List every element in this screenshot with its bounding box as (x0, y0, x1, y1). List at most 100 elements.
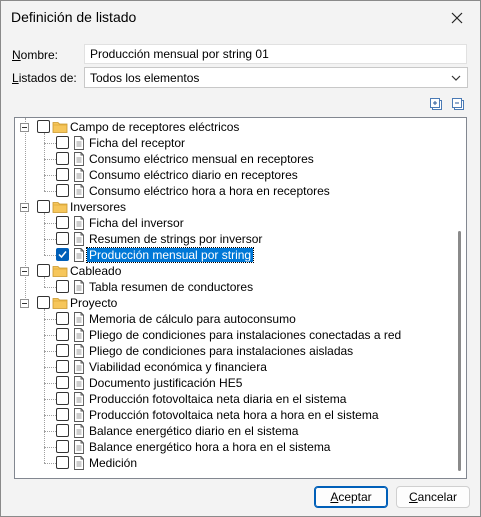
folder-icon (52, 263, 68, 279)
tree-item[interactable]: Producción fotovoltaica neta diaria en e… (15, 391, 455, 407)
document-icon (71, 439, 87, 455)
item-checkbox[interactable] (56, 424, 69, 437)
tree-group[interactable]: Campo de receptores eléctricos (15, 119, 455, 135)
tree-item[interactable]: Consumo eléctrico hora a hora en recepto… (15, 183, 455, 199)
item-checkbox[interactable] (56, 408, 69, 421)
group-checkbox[interactable] (37, 120, 50, 133)
tree-item[interactable]: Tabla resumen de conductores (15, 279, 455, 295)
folder-icon (52, 119, 68, 135)
document-icon (71, 215, 87, 231)
item-checkbox[interactable] (56, 280, 69, 293)
item-checkbox[interactable] (56, 184, 69, 197)
tree-item[interactable]: Producción fotovoltaica neta hora a hora… (15, 407, 455, 423)
item-checkbox[interactable] (56, 216, 69, 229)
item-label: Producción fotovoltaica neta hora a hora… (89, 408, 379, 422)
item-label: Consumo eléctrico hora a hora en recepto… (89, 184, 330, 198)
tree-item[interactable]: Pliego de condiciones para instalaciones… (15, 343, 455, 359)
item-checkbox[interactable] (56, 440, 69, 453)
document-icon (71, 311, 87, 327)
item-label: Producción mensual por string (85, 247, 255, 263)
document-icon (71, 343, 87, 359)
item-label: Ficha del receptor (89, 136, 186, 150)
tree-item[interactable]: Memoria de cálculo para autoconsumo (15, 311, 455, 327)
listados-label: Listados de: (12, 71, 77, 85)
group-label: Campo de receptores eléctricos (70, 120, 240, 134)
tree-connector (44, 133, 45, 191)
item-checkbox[interactable] (56, 168, 69, 181)
tree-group[interactable]: Proyecto (15, 295, 455, 311)
accept-button[interactable]: Aceptar (314, 486, 388, 508)
document-icon (71, 375, 87, 391)
tree-connector (44, 277, 45, 287)
tree-item[interactable]: Producción mensual por string (15, 247, 455, 263)
tree-item[interactable]: Documento justificación HE5 (15, 375, 455, 391)
item-checkbox[interactable] (56, 312, 69, 325)
close-icon (451, 12, 463, 23)
scrollbar-thumb[interactable] (458, 231, 461, 471)
accept-label: Aceptar (330, 490, 372, 504)
collapse-toggle-icon[interactable] (20, 267, 29, 276)
tree-scrollbar[interactable] (455, 119, 465, 477)
tree-connector (44, 213, 45, 255)
nombre-value: Producción mensual por string 01 (90, 47, 269, 61)
collapse-toggle-icon[interactable] (20, 123, 29, 132)
tree-connector (44, 309, 45, 463)
document-icon (71, 231, 87, 247)
tree-item[interactable]: Viabilidad económica y financiera (15, 359, 455, 375)
collapse-toggle-icon[interactable] (20, 203, 29, 212)
listados-dropdown[interactable]: Todos los elementos (84, 67, 468, 88)
collapse-toggle-icon[interactable] (20, 299, 29, 308)
item-checkbox[interactable] (56, 328, 69, 341)
cancel-button[interactable]: Cancelar (396, 486, 470, 508)
item-label: Viabilidad económica y financiera (89, 360, 267, 374)
item-checkbox[interactable] (56, 360, 69, 373)
item-label: Pliego de condiciones para instalaciones… (89, 344, 354, 358)
tree-item[interactable]: Balance energético hora a hora en el sis… (15, 439, 455, 455)
item-checkbox[interactable] (56, 136, 69, 149)
item-label: Consumo eléctrico diario en receptores (89, 168, 298, 182)
item-checkbox[interactable] (56, 232, 69, 245)
listados-value: Todos los elementos (90, 71, 200, 85)
group-label: Proyecto (70, 296, 118, 310)
collapse-all-icon[interactable] (450, 96, 466, 112)
item-label: Consumo eléctrico mensual en receptores (89, 152, 314, 166)
item-checkbox[interactable] (56, 376, 69, 389)
tree-item[interactable]: Consumo eléctrico diario en receptores (15, 167, 455, 183)
document-icon (71, 359, 87, 375)
item-label: Balance energético diario en el sistema (89, 424, 299, 438)
close-button[interactable] (434, 1, 480, 34)
group-checkbox[interactable] (37, 264, 50, 277)
item-checkbox[interactable] (56, 248, 69, 261)
tree-group[interactable]: Cableado (15, 263, 455, 279)
tree-item[interactable]: Consumo eléctrico mensual en receptores (15, 151, 455, 167)
tree-item[interactable]: Ficha del receptor (15, 135, 455, 151)
item-checkbox[interactable] (56, 152, 69, 165)
tree-group[interactable]: Inversores (15, 199, 455, 215)
tree-item[interactable]: Medición (15, 455, 455, 471)
item-checkbox[interactable] (56, 392, 69, 405)
item-label: Documento justificación HE5 (89, 376, 243, 390)
document-icon (71, 279, 87, 295)
nombre-field[interactable]: Producción mensual por string 01 (84, 44, 467, 64)
group-checkbox[interactable] (37, 296, 50, 309)
tree-item[interactable]: Resumen de strings por inversor (15, 231, 455, 247)
item-checkbox[interactable] (56, 456, 69, 469)
group-checkbox[interactable] (37, 200, 50, 213)
expand-all-icon[interactable] (428, 96, 444, 112)
folder-icon (52, 295, 68, 311)
report-tree[interactable]: Campo de receptores eléctricos Ficha del … (14, 117, 467, 479)
chevron-down-icon (451, 75, 461, 81)
item-label: Tabla resumen de conductores (89, 280, 254, 294)
document-icon (71, 167, 87, 183)
document-icon (71, 407, 87, 423)
window-title: Definición de listado (11, 9, 137, 25)
document-icon (71, 423, 87, 439)
tree-item[interactable]: Pliego de condiciones para instalaciones… (15, 327, 455, 343)
tree-item[interactable]: Balance energético diario en el sistema (15, 423, 455, 439)
group-label: Inversores (70, 200, 127, 214)
document-icon (71, 135, 87, 151)
tree-item[interactable]: Ficha del inversor (15, 215, 455, 231)
document-icon (71, 455, 87, 471)
item-checkbox[interactable] (56, 344, 69, 357)
title-bar: Definición de listado (1, 1, 480, 34)
